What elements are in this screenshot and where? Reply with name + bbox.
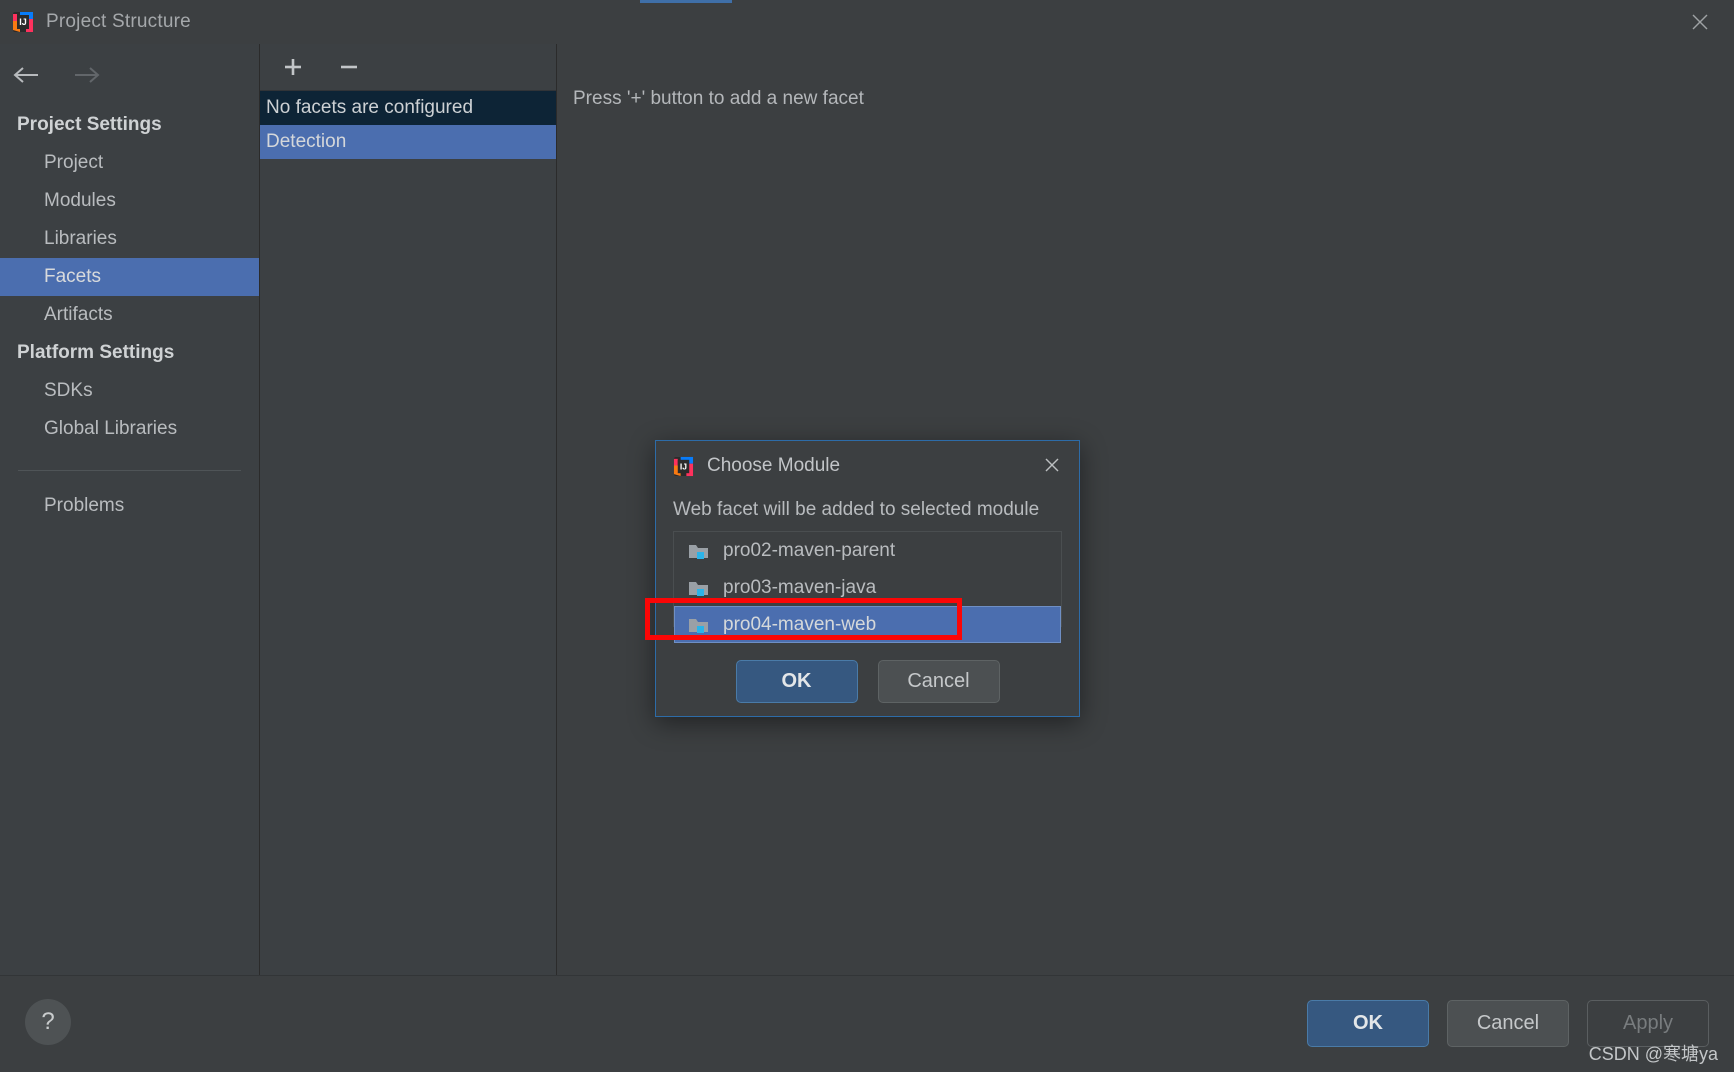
facets-list: No facets are configured Detection (260, 91, 556, 975)
intellij-idea-icon: IJ (12, 11, 34, 33)
choose-module-subtitle: Web facet will be added to selected modu… (673, 499, 1040, 520)
facet-hint-text: Press '+' button to add a new facet (573, 88, 864, 109)
ok-button[interactable]: OK (1307, 1000, 1429, 1047)
sidebar-item-project[interactable]: Project (0, 144, 259, 182)
navigation-arrows (0, 44, 259, 106)
window-titlebar: IJ Project Structure (0, 0, 1734, 44)
choose-module-actions: OK Cancel (656, 660, 1079, 703)
choose-module-dialog: IJ Choose Module Web facet will be added… (655, 440, 1080, 717)
clipped-content-text (679, 701, 684, 715)
settings-sidebar: Project Settings Project Modules Librari… (0, 44, 260, 975)
sidebar-item-artifacts[interactable]: Artifacts (0, 296, 259, 334)
module-list-item-label: pro03-maven-java (723, 576, 877, 598)
facets-list-item-detection[interactable]: Detection (260, 125, 556, 159)
choose-module-titlebar: IJ Choose Module (656, 441, 1079, 491)
sidebar-item-facets[interactable]: Facets (0, 258, 259, 296)
sidebar-group-title-project-settings: Project Settings (17, 114, 162, 135)
watermark: CSDN @寒塘ya (1588, 1044, 1718, 1064)
choose-module-cancel-button[interactable]: Cancel (877, 660, 1000, 703)
sidebar-item-libraries[interactable]: Libraries (0, 220, 259, 258)
dialog-bottom-bar: ? OK Cancel Apply CSDN @寒塘ya (0, 975, 1734, 1072)
svg-text:IJ: IJ (19, 17, 27, 27)
module-list-item-label: pro04-maven-web (723, 613, 877, 635)
plus-icon[interactable] (276, 52, 310, 82)
window-title: Project Structure (46, 11, 191, 32)
sidebar-item-sdks[interactable]: SDKs (0, 372, 259, 410)
module-list-item-pro04-maven-web[interactable]: pro04-maven-web (674, 606, 1061, 643)
intellij-idea-icon: IJ (673, 456, 694, 477)
module-list: pro02-maven-parent pro03-maven-java pro0… (673, 531, 1062, 643)
choose-module-ok-button[interactable]: OK (735, 660, 858, 703)
cancel-button[interactable]: Cancel (1447, 1000, 1569, 1047)
sidebar-item-modules[interactable]: Modules (0, 182, 259, 220)
module-folder-icon (688, 542, 710, 560)
facets-panel: No facets are configured Detection (260, 44, 557, 975)
svg-text:IJ: IJ (680, 461, 687, 471)
minus-icon[interactable] (332, 52, 366, 82)
sidebar-divider (18, 470, 241, 471)
module-list-item-label: pro02-maven-parent (723, 539, 896, 561)
sidebar-item-problems[interactable]: Problems (0, 487, 259, 525)
window-body: Project Settings Project Modules Librari… (0, 44, 1734, 975)
clipped-content-strip (657, 701, 1078, 715)
choose-module-title: Choose Module (707, 455, 841, 476)
help-icon[interactable]: ? (25, 999, 71, 1045)
close-icon[interactable] (1033, 447, 1071, 483)
sidebar-item-global-libraries[interactable]: Global Libraries (0, 410, 259, 448)
facets-toolbar (260, 44, 556, 91)
close-icon[interactable] (1666, 0, 1734, 44)
sidebar-group-title-platform-settings: Platform Settings (17, 342, 175, 363)
arrow-left-icon[interactable] (10, 58, 44, 92)
module-list-item-pro02-maven-parent[interactable]: pro02-maven-parent (674, 532, 1061, 569)
project-structure-window: IJ Project Structure Project Settings Pr… (0, 0, 1734, 1072)
module-folder-icon (688, 579, 710, 597)
facets-list-header: No facets are configured (260, 91, 556, 125)
module-list-item-pro03-maven-java[interactable]: pro03-maven-java (674, 569, 1061, 606)
arrow-right-icon[interactable] (70, 58, 104, 92)
window-accent-line (640, 0, 732, 3)
module-folder-icon (688, 616, 710, 634)
